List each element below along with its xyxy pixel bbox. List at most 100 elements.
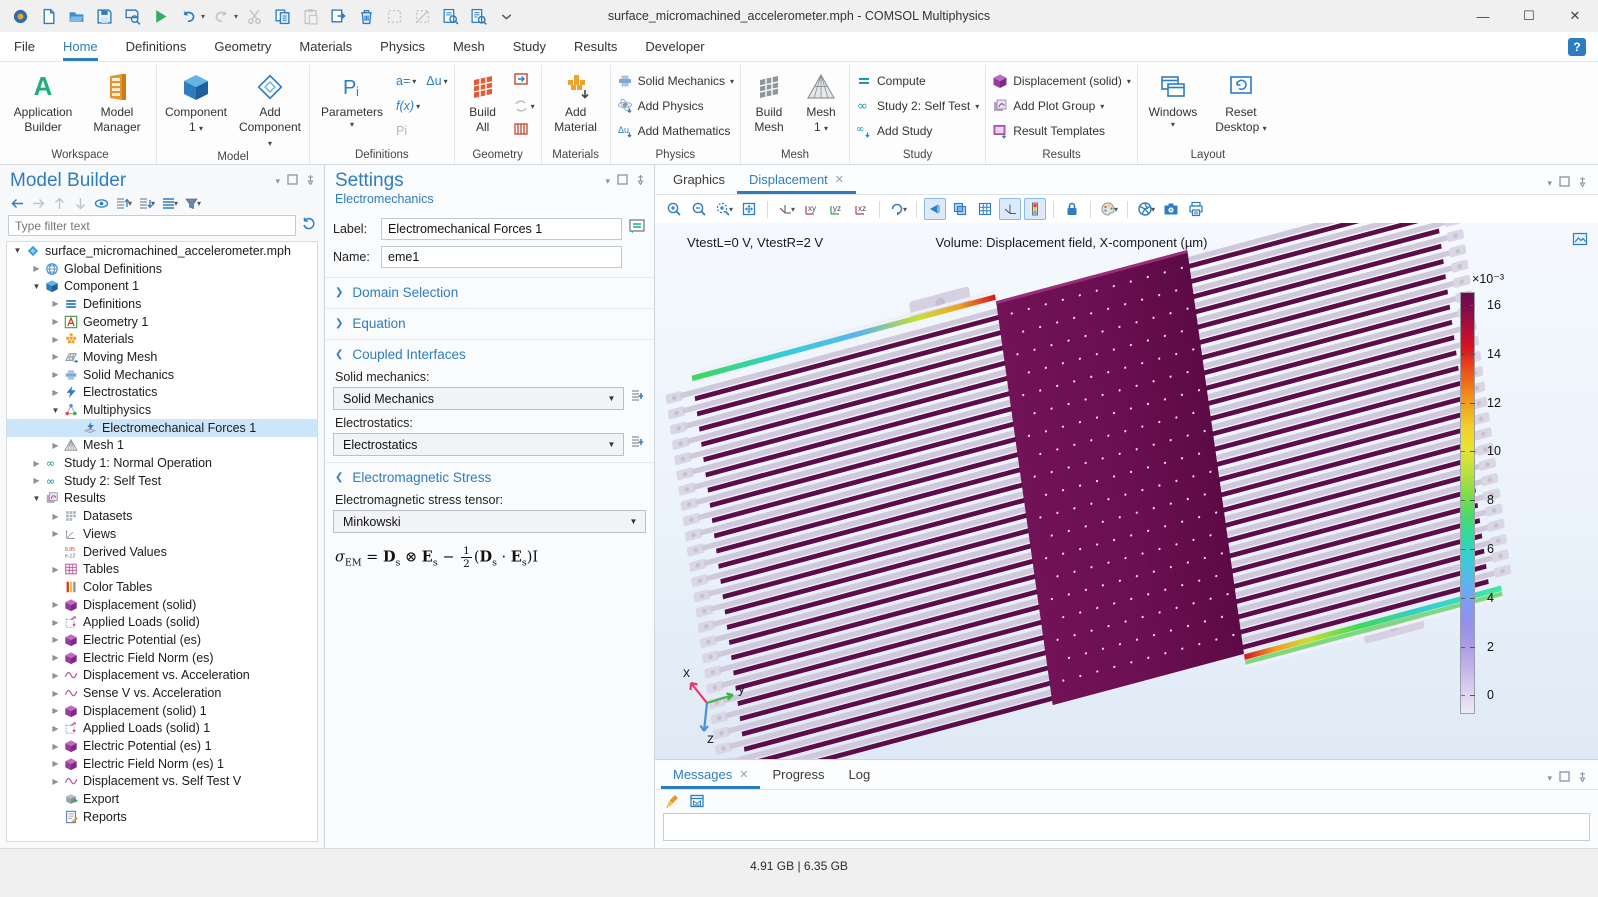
tree-item[interactable]: ▶Geometry 1 [7,313,317,331]
deselect-box-icon[interactable] [410,5,434,27]
tree-item[interactable]: ▶Datasets [7,507,317,525]
collapse-arrow-icon[interactable]: ▼ [30,494,43,503]
tree-item[interactable]: ▶Moving Mesh [7,348,317,366]
menu-physics[interactable]: Physics [380,32,425,61]
toolbar-chevron-icon[interactable] [494,5,518,27]
tree-item[interactable]: ▶Global Definitions [7,260,317,278]
nonlocal-couplings-button[interactable]: Δu▾ [426,74,447,88]
component-1-button[interactable]: Component 1 ▾ [163,69,229,135]
compute-button[interactable]: Compute [856,69,979,93]
panel-pin-icon[interactable] [635,172,646,190]
expand-arrow-icon[interactable]: ▶ [49,742,62,751]
move-up-icon[interactable] [52,196,67,211]
chevron-down-icon[interactable]: ▾ [234,12,238,21]
stress-tensor-select[interactable]: Minkowski ▼ [333,510,646,533]
menu-materials[interactable]: Materials [299,32,352,61]
section-coupled-interfaces[interactable]: ❮ Coupled Interfaces [325,339,654,364]
chevron-down-icon[interactable]: ▾ [201,12,205,21]
menu-results[interactable]: Results [574,32,617,61]
tab-messages[interactable]: Messages✕ [661,760,760,789]
menu-geometry[interactable]: Geometry [214,32,271,61]
study-2-self-test-button[interactable]: ∞ Study 2: Self Test▾ [856,94,979,118]
section-domain-selection[interactable]: ❯ Domain Selection [325,277,654,302]
functions-button[interactable]: f(x)▾ [396,99,420,113]
expand-arrow-icon[interactable]: ▶ [49,529,62,538]
nav-back-icon[interactable] [10,196,25,211]
expand-arrow-icon[interactable]: ▶ [49,653,62,662]
close-tab-icon[interactable]: ✕ [835,173,844,186]
expand-arrow-icon[interactable]: ▶ [49,618,62,627]
zoom-box-icon[interactable]: ▾ [713,198,735,220]
panel-float-icon[interactable] [617,172,628,190]
cut-icon[interactable] [242,5,266,27]
tree-item[interactable]: ▼surface_micromachined_accelerometer.mph [7,242,317,260]
color-legend-icon[interactable] [1024,198,1046,220]
find-icon[interactable] [438,5,462,27]
tree-item[interactable]: Electromechanical Forces 1 [7,419,317,437]
parameters-button[interactable]: Pi Parameters ▾ [316,69,388,130]
maximize-button[interactable]: ☐ [1506,0,1552,32]
expand-arrow-icon[interactable]: ▶ [30,264,43,273]
view-xy-icon[interactable]: xy [800,198,822,220]
panel-pin-icon[interactable] [1577,174,1588,192]
label-field[interactable] [381,218,622,240]
view-xz-icon[interactable]: xz [850,198,872,220]
expand-arrow-icon[interactable]: ▶ [49,689,62,698]
add-mathematics-button[interactable]: Δu Add Mathematics [617,119,734,143]
menu-developer[interactable]: Developer [645,32,704,61]
messages-content[interactable] [663,813,1590,841]
expand-arrow-icon[interactable]: ▶ [49,724,62,733]
go-to-view-icon[interactable]: ▾ [775,198,797,220]
tree-item[interactable]: ▶Electric Potential (es) 1 [7,737,317,755]
scene-light-icon[interactable] [924,198,946,220]
copy-icon[interactable] [270,5,294,27]
add-study-button[interactable]: ∞ Add Study [856,119,979,143]
tree-item[interactable]: ▶Displacement (solid) [7,596,317,614]
mesh-1-button[interactable]: Mesh 1 ▾ [799,69,843,135]
build-all-button[interactable]: BuildAll [461,69,505,135]
collapse-arrow-icon[interactable]: ▼ [11,246,24,255]
panel-pin-icon[interactable] [1577,769,1588,787]
expand-arrow-icon[interactable]: ▶ [49,706,62,715]
duplicate-icon[interactable] [326,5,350,27]
displacement-solid-button[interactable]: Displacement (solid)▾ [992,69,1131,93]
tree-item[interactable]: Export [7,790,317,808]
section-electromagnetic-stress[interactable]: ❮ Electromagnetic Stress [325,462,654,487]
add-component-button[interactable]: Add Component ▾ [237,69,303,150]
expand-arrow-icon[interactable]: ▶ [30,459,43,468]
name-field[interactable] [381,246,622,268]
variables-button[interactable]: a=▾ [396,74,416,88]
rotate-icon[interactable]: ▾ [887,198,909,220]
tree-item[interactable]: ▶∞Study 2: Self Test [7,472,317,490]
collapse-tree-icon[interactable]: ▾ [138,196,155,211]
zoom-out-icon[interactable] [688,198,710,220]
tab-log[interactable]: Log [837,760,883,789]
collapse-arrow-icon[interactable]: ▼ [30,282,43,291]
virtual-operations-button[interactable] [513,121,529,142]
add-material-button[interactable]: AddMaterial [548,69,604,135]
plot-area[interactable]: VtestL=0 V, VtestR=2 V Volume: Displacem… [655,223,1598,759]
tab-progress[interactable]: Progress [760,760,836,789]
tree-item[interactable]: ▶Materials [7,330,317,348]
section-equation[interactable]: ❯ Equation [325,308,654,333]
panel-pin-icon[interactable] [305,172,316,190]
expand-arrow-icon[interactable]: ▶ [49,388,62,397]
panel-menu-icon[interactable]: ▾ [275,176,280,187]
menu-definitions[interactable]: Definitions [126,32,187,61]
tree-item[interactable]: ▶Electric Field Norm (es) [7,649,317,667]
menu-mesh[interactable]: Mesh [453,32,485,61]
nav-forward-icon[interactable] [31,196,46,211]
panel-menu-icon[interactable]: ▾ [1547,773,1552,784]
panel-float-icon[interactable] [1559,769,1570,787]
expand-arrow-icon[interactable]: ▶ [49,352,62,361]
filter-input[interactable] [8,215,296,236]
tree-item[interactable]: ▶Displacement vs. Self Test V [7,773,317,791]
close-button[interactable]: ✕ [1552,0,1598,32]
tree-item[interactable]: ▶Sense V vs. Acceleration [7,684,317,702]
expand-arrow-icon[interactable]: ▶ [30,476,43,485]
result-templates-button[interactable]: Result Templates [992,119,1131,143]
go-to-source-icon[interactable] [630,388,646,409]
tab-graphics[interactable]: Graphics [661,165,737,194]
help-button[interactable]: ? [1568,38,1586,56]
new-file-icon[interactable] [36,5,60,27]
